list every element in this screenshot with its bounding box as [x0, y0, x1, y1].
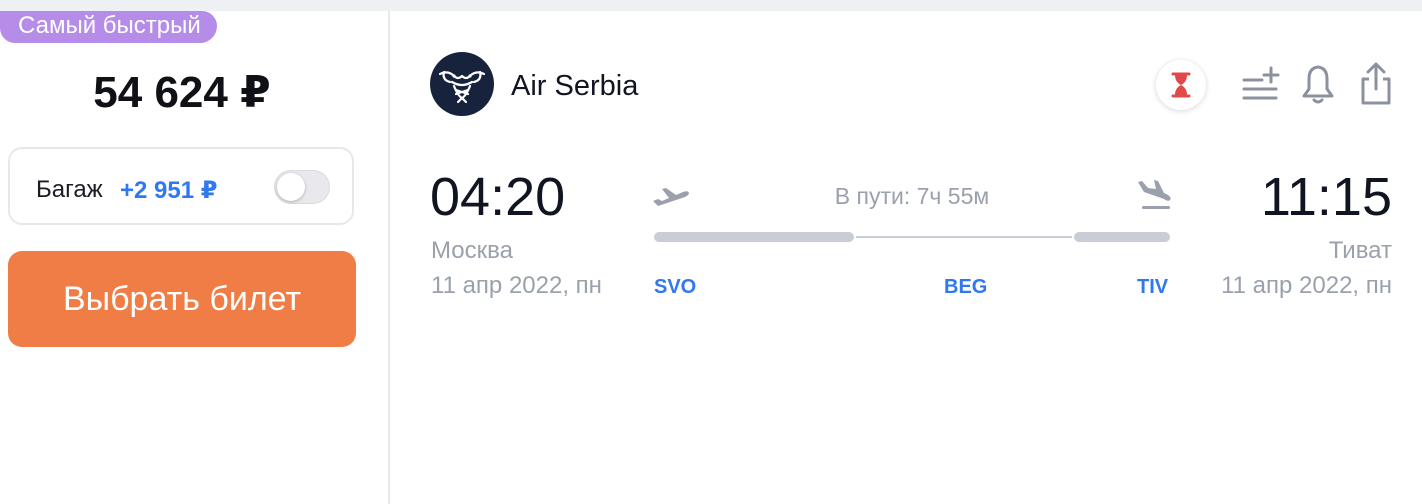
- departure-time: 04:20: [430, 167, 566, 227]
- share-button[interactable]: [1354, 60, 1398, 108]
- arrival-airport-code[interactable]: TIV: [1137, 276, 1168, 299]
- select-ticket-button[interactable]: Выбрать билет: [8, 251, 356, 347]
- baggage-option[interactable]: Багаж +2 951 ₽: [8, 147, 354, 225]
- price-alert-button[interactable]: [1296, 62, 1340, 106]
- price-panel: Самый быстрый 54 624 ₽ Багаж +2 951 ₽ Вы…: [0, 11, 388, 504]
- air-serbia-emblem-icon: [438, 70, 486, 104]
- toggle-knob: [277, 173, 305, 201]
- route-layover-line: [856, 236, 1072, 238]
- baggage-label: Багаж: [36, 176, 103, 203]
- airline-logo: [430, 52, 494, 116]
- share-icon: [1361, 62, 1391, 105]
- baggage-toggle[interactable]: [274, 170, 330, 204]
- hourglass-button[interactable]: [1156, 60, 1206, 110]
- flight-duration: В пути: 7ч 55м: [834, 183, 990, 209]
- list-add-icon: [1242, 66, 1280, 100]
- fastest-badge: Самый быстрый: [0, 11, 217, 43]
- top-strip: [0, 0, 1422, 11]
- bell-icon: [1302, 65, 1334, 104]
- departure-airport-code[interactable]: SVO: [654, 276, 696, 299]
- baggage-price: +2 951 ₽: [120, 177, 218, 204]
- departure-date: 11 апр 2022, пн: [431, 272, 602, 299]
- route-segment-first-flight: [654, 232, 854, 242]
- route-segment-second-flight: [1074, 232, 1170, 242]
- arrival-date: 11 апр 2022, пн: [1221, 272, 1392, 299]
- arrival-city: Тиват: [1328, 237, 1392, 264]
- departure-city: Москва: [431, 237, 513, 264]
- compare-add-button[interactable]: [1238, 62, 1282, 106]
- airline-name: Air Serbia: [511, 70, 639, 102]
- arrival-time: 11:15: [1260, 167, 1392, 227]
- ticket-price: 54 624 ₽: [93, 68, 271, 117]
- landing-icon: [1138, 180, 1171, 209]
- layover-airport-code[interactable]: BEG: [944, 276, 987, 299]
- hourglass-icon: [1171, 72, 1191, 98]
